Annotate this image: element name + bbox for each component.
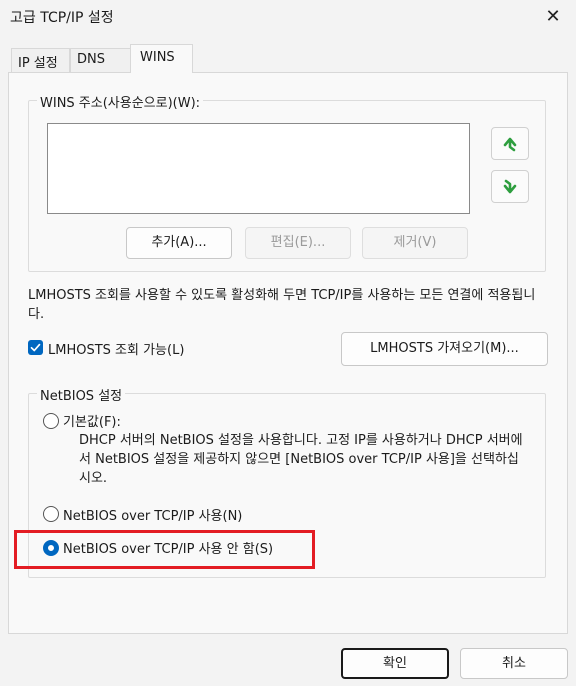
move-down-button[interactable] xyxy=(491,170,529,203)
netbios-group-label: NetBIOS 설정 xyxy=(37,385,126,404)
tab-ip-settings[interactable]: IP 설정 xyxy=(11,48,70,72)
highlight-box xyxy=(14,530,315,569)
move-up-button[interactable] xyxy=(491,127,529,160)
netbios-enable-radio[interactable] xyxy=(43,506,59,522)
window-title: 고급 TCP/IP 설정 xyxy=(10,10,114,26)
arrow-up-icon xyxy=(503,137,517,152)
title-bar: 고급 TCP/IP 설정 ✕ xyxy=(0,0,576,34)
checkmark-icon xyxy=(30,343,41,352)
lmhosts-description: LMHOSTS 조회를 사용할 수 있도록 활성화해 두면 TCP/IP를 사용… xyxy=(28,288,536,322)
netbios-default-label[interactable]: 기본값(F): xyxy=(63,411,121,430)
tab-dns-label: DNS xyxy=(77,52,105,67)
tab-wins[interactable]: WINS xyxy=(130,44,193,73)
tab-wins-label: WINS xyxy=(140,50,175,65)
netbios-enable-label[interactable]: NetBIOS over TCP/IP 사용(N) xyxy=(63,505,242,524)
tab-dns[interactable]: DNS xyxy=(70,48,131,72)
import-lmhosts-label: LMHOSTS 가져오기(M)... xyxy=(370,341,519,356)
tab-ip-settings-label: IP 설정 xyxy=(18,56,58,71)
lmhosts-enable-label[interactable]: LMHOSTS 조회 가능(L) xyxy=(48,339,184,358)
remove-button[interactable]: 제거(V) xyxy=(362,227,468,259)
arrow-down-icon xyxy=(503,179,517,194)
import-lmhosts-button[interactable]: LMHOSTS 가져오기(M)... xyxy=(341,332,548,366)
ok-button-label: 확인 xyxy=(383,656,407,671)
netbios-default-description: DHCP 서버의 NetBIOS 설정을 사용합니다. 고정 IP를 사용하거나… xyxy=(79,433,523,486)
ok-button[interactable]: 확인 xyxy=(341,648,449,679)
edit-button-label: 편집(E)... xyxy=(270,235,326,250)
lmhosts-enable-checkbox[interactable] xyxy=(28,340,43,355)
wins-group-label: WINS 주소(사용순으로)(W): xyxy=(37,92,204,111)
cancel-button-label: 취소 xyxy=(502,656,526,671)
add-button[interactable]: 추가(A)... xyxy=(126,227,232,259)
remove-button-label: 제거(V) xyxy=(393,235,437,250)
edit-button[interactable]: 편집(E)... xyxy=(245,227,351,259)
cancel-button[interactable]: 취소 xyxy=(460,648,568,679)
add-button-label: 추가(A)... xyxy=(151,235,207,250)
wins-address-list[interactable] xyxy=(47,123,470,214)
wins-address-group: WINS 주소(사용순으로)(W): 추가(A)... 편집(E)... 제거(… xyxy=(28,92,546,272)
close-icon[interactable]: ✕ xyxy=(540,4,566,30)
netbios-default-radio[interactable] xyxy=(43,413,59,429)
